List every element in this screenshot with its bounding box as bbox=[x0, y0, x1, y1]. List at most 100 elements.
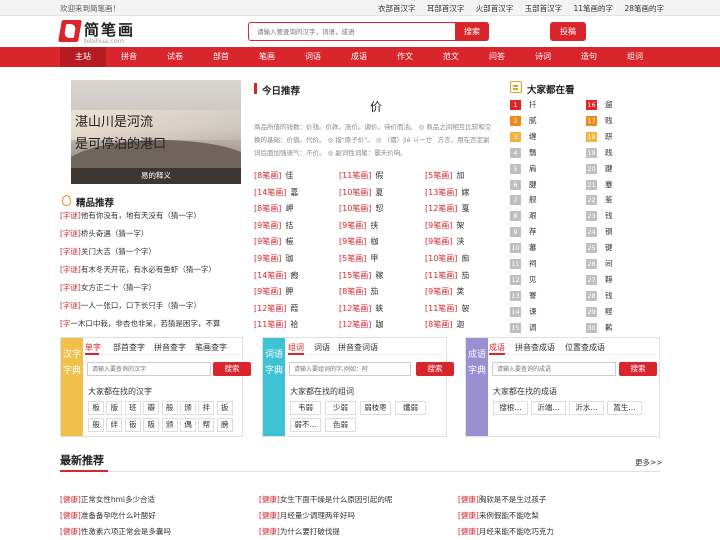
tab-box3-2[interactable]: 位置查成语 bbox=[565, 342, 605, 353]
hot-char-item[interactable]: 12 见 bbox=[510, 274, 537, 285]
related-char-link[interactable]: [8笔画] 佳 bbox=[254, 170, 293, 181]
hot-char-item[interactable]: 28 钱 bbox=[586, 290, 613, 301]
search-button[interactable]: 搜索 bbox=[455, 22, 489, 41]
popular-item[interactable]: 孅弱 bbox=[395, 401, 426, 415]
news-item[interactable]: [健康]性激素六项正常会是多囊吗 bbox=[60, 526, 171, 537]
popular-item[interactable]: 弱不... bbox=[290, 418, 321, 432]
hot-char-item[interactable]: 15 调 bbox=[510, 322, 537, 333]
riddle-item[interactable]: [字一木口中栽，非杏也非呆，若猜是困字，不算 bbox=[60, 318, 242, 329]
popular-item[interactable]: 钣 bbox=[124, 418, 141, 432]
top-link[interactable]: 玉部首汉字 bbox=[525, 4, 563, 13]
search-button[interactable]: 搜索 bbox=[619, 362, 657, 376]
news-item[interactable]: [健康]胸软是不是生过孩子 bbox=[458, 494, 546, 505]
popular-item[interactable]: 绊 bbox=[106, 418, 123, 432]
top-link[interactable]: 火部首汉字 bbox=[476, 4, 514, 13]
hot-char-item[interactable]: 3缠 bbox=[510, 131, 537, 142]
news-item[interactable]: [健康]正常女性hmi多少合适 bbox=[60, 494, 155, 505]
nav-item-sentence[interactable]: 造句 bbox=[566, 47, 612, 67]
news-item[interactable]: [健康]月经来能不能吃巧克力 bbox=[458, 526, 554, 537]
popular-item[interactable]: 般 bbox=[88, 418, 104, 432]
top-link[interactable]: 28笔画的字 bbox=[624, 4, 664, 13]
hot-char-item[interactable]: 22 鉴 bbox=[586, 194, 613, 206]
related-char-link[interactable]: [9笔画] 架 bbox=[425, 220, 464, 231]
search-input[interactable] bbox=[289, 362, 411, 376]
submit-button[interactable]: 投稿 bbox=[550, 22, 586, 41]
popular-item[interactable]: 少弱 bbox=[325, 401, 356, 415]
news-item[interactable]: [健康]准备备孕吃什么叶酸好 bbox=[60, 510, 156, 521]
related-char-link[interactable]: [9笔画] 珈 bbox=[254, 253, 293, 264]
hot-char-item[interactable]: 25 键 bbox=[586, 242, 613, 254]
tab-box1-2[interactable]: 拼音查字 bbox=[154, 342, 186, 353]
popular-item[interactable]: 阪 bbox=[143, 418, 160, 432]
related-char-link[interactable]: [14笔画] 嘉 bbox=[254, 187, 298, 198]
more-link[interactable]: 更多>> bbox=[635, 457, 663, 468]
hot-char-item[interactable]: 4翳 bbox=[510, 147, 537, 158]
popular-item[interactable]: 色弱 bbox=[325, 418, 356, 432]
news-item[interactable]: [健康]女生下面干燥是什么原因引起的呢 bbox=[259, 494, 392, 505]
hot-char-item[interactable]: 18 趼 bbox=[586, 131, 613, 142]
hot-char-item[interactable]: 19 践 bbox=[586, 147, 613, 158]
nav-item-qa[interactable]: 问答 bbox=[474, 47, 520, 67]
popular-item[interactable]: 沂水... bbox=[569, 401, 604, 415]
related-char-link[interactable]: [8笔画] 迦 bbox=[425, 319, 464, 330]
popular-item[interactable]: 般 bbox=[161, 401, 178, 415]
hero-banner[interactable]: 湛山川是河流 是可停泊的港口 易的释义 bbox=[71, 80, 241, 184]
site-logo[interactable]: 简笔画 bibihua.com bbox=[58, 20, 200, 45]
nav-item-sample[interactable]: 范文 bbox=[428, 47, 474, 67]
hot-char-item[interactable]: 14 谏 bbox=[510, 306, 537, 317]
popular-item[interactable]: 扳 bbox=[216, 401, 233, 415]
related-char-link[interactable]: [9笔画] 拮 bbox=[254, 220, 293, 231]
riddle-item[interactable]: [字谜]他有你没有，地有天没有（猜一字） bbox=[60, 210, 242, 221]
riddle-item[interactable]: [字谜]一人一张口，口下长只手（猜一字） bbox=[60, 300, 242, 311]
hot-char-item[interactable]: 26 间 bbox=[586, 258, 613, 269]
popular-item[interactable]: 班 bbox=[124, 401, 141, 415]
related-char-link[interactable]: [5笔画] 甲 bbox=[339, 253, 378, 264]
news-item[interactable]: [健康]来例假能不能吃梨 bbox=[458, 510, 539, 521]
hot-char-item[interactable]: 2腻 bbox=[510, 115, 537, 126]
riddle-item[interactable]: [字谜]桥头奇遇（猜一字） bbox=[60, 228, 242, 239]
hot-char-item[interactable]: 10 蕃 bbox=[510, 242, 537, 254]
tab-box1-0[interactable]: 单字 bbox=[85, 342, 101, 353]
tab-box1-1[interactable]: 部首查字 bbox=[113, 342, 145, 353]
hot-char-item[interactable]: 1扦 bbox=[510, 99, 537, 110]
search-button[interactable]: 搜索 bbox=[416, 362, 454, 376]
related-char-link[interactable]: [9笔画] 浃 bbox=[425, 236, 464, 247]
related-char-link[interactable]: [15笔画] 稼 bbox=[339, 270, 383, 281]
nav-item-pinyin[interactable]: 拼音 bbox=[106, 47, 152, 67]
related-char-link[interactable]: [9笔画] 榿 bbox=[254, 236, 293, 247]
nav-item-group-words[interactable]: 组词 bbox=[612, 47, 658, 67]
popular-item[interactable]: 膀 bbox=[216, 418, 233, 432]
popular-item[interactable]: 板 bbox=[88, 401, 104, 415]
related-char-link[interactable]: [9笔画] 枷 bbox=[339, 236, 378, 247]
nav-item-home[interactable]: 主站 bbox=[60, 47, 106, 67]
related-char-link[interactable]: [10笔画] 恝 bbox=[339, 203, 383, 214]
hot-char-item[interactable]: 17 贱 bbox=[586, 115, 613, 126]
riddle-item[interactable]: [字谜]女方正二十（猜一字） bbox=[60, 282, 242, 293]
hot-char-item[interactable]: 29 鲣 bbox=[586, 306, 613, 317]
hot-char-item[interactable]: 5肩 bbox=[510, 163, 537, 174]
related-char-link[interactable]: [9笔画] 胛 bbox=[254, 286, 293, 297]
popular-item[interactable]: 偶 bbox=[180, 418, 196, 432]
related-char-link[interactable]: [10笔画] 痂 bbox=[425, 253, 469, 264]
news-item[interactable]: [健康]为什么要打破伐提 bbox=[259, 526, 340, 537]
tab-box1-3[interactable]: 笔画查字 bbox=[195, 342, 227, 353]
related-char-link[interactable]: [11笔画] 茄 bbox=[425, 270, 469, 281]
related-char-link[interactable]: [5笔画] 加 bbox=[425, 170, 464, 181]
related-char-link[interactable]: [9笔画] 挟 bbox=[339, 220, 378, 231]
nav-item-idioms[interactable]: 成语 bbox=[336, 47, 382, 67]
hot-char-item[interactable]: 8艰 bbox=[510, 210, 537, 222]
related-char-link[interactable]: [8笔画] 岬 bbox=[254, 203, 293, 214]
top-link[interactable]: 11笔画的字 bbox=[574, 4, 614, 13]
tab-box3-1[interactable]: 拼音查成语 bbox=[515, 342, 555, 353]
related-char-link[interactable]: [13笔画] 嫁 bbox=[425, 187, 469, 198]
riddle-item[interactable]: [字谜]关门大吉（猜一个字） bbox=[60, 246, 242, 257]
top-link[interactable]: 耳部首汉字 bbox=[427, 4, 465, 13]
related-char-link[interactable]: [10笔画] 夏 bbox=[339, 187, 383, 198]
nav-item-radical[interactable]: 部首 bbox=[198, 47, 244, 67]
popular-item[interactable]: 沂端... bbox=[531, 401, 566, 415]
related-char-link[interactable]: [8笔画] 茄 bbox=[339, 286, 378, 297]
hot-char-item[interactable]: 9荐 bbox=[510, 226, 537, 238]
related-char-link[interactable]: [11笔画] 假 bbox=[339, 170, 383, 181]
hot-char-item[interactable]: 6腱 bbox=[510, 179, 537, 190]
popular-item[interactable]: 颁 bbox=[180, 401, 196, 415]
